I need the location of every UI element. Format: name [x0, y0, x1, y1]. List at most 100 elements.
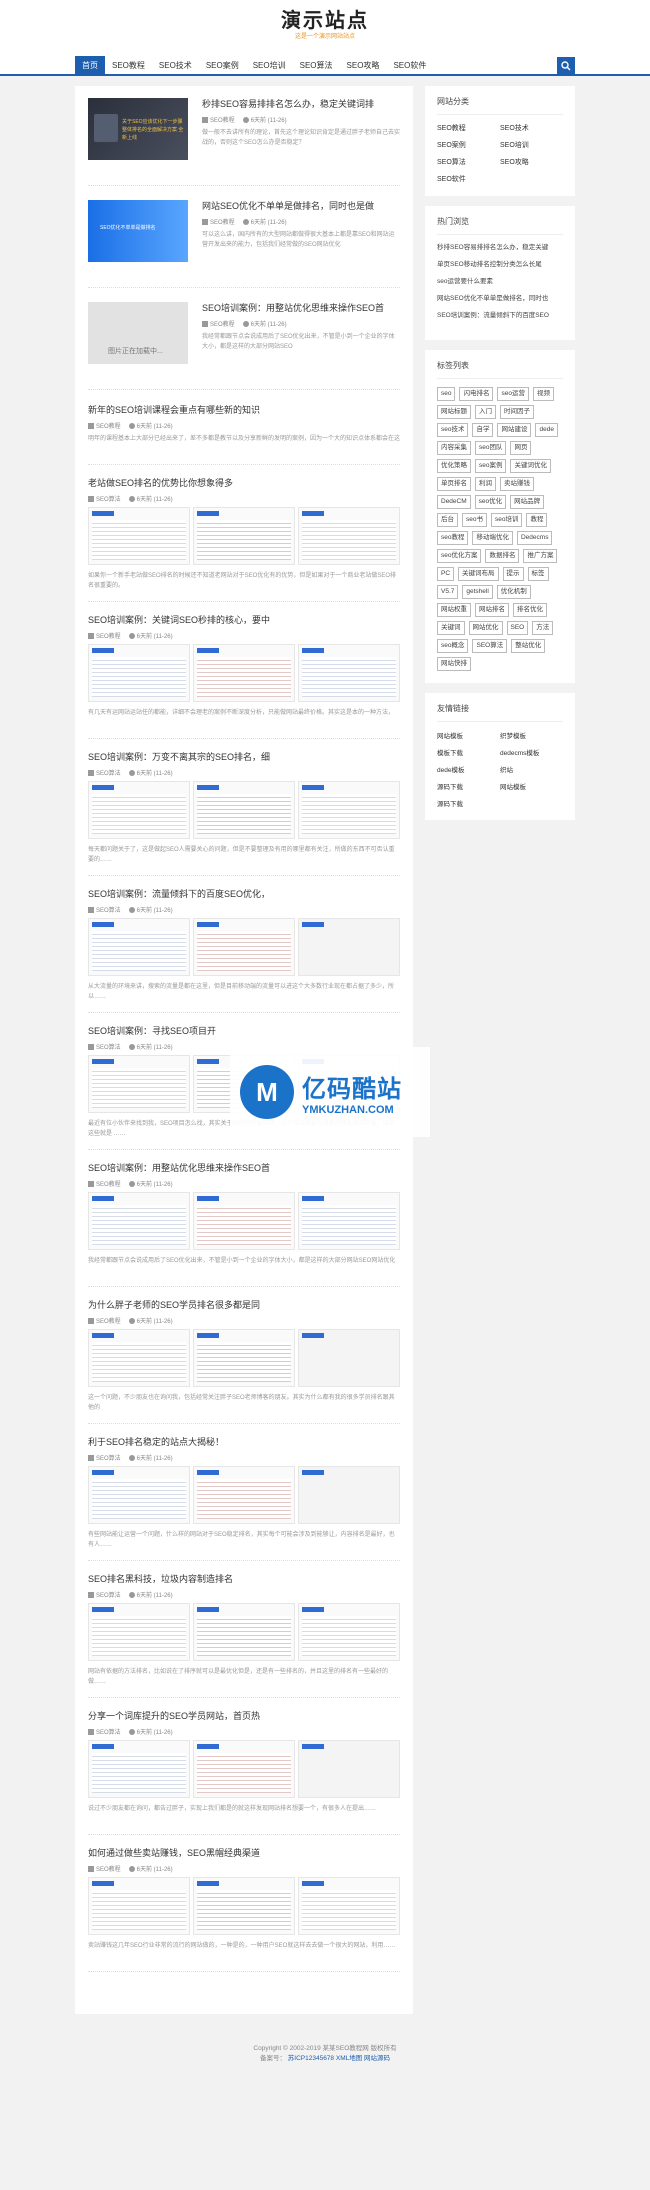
- friend-link[interactable]: 织站: [500, 764, 563, 774]
- post-screenshot[interactable]: [88, 918, 190, 976]
- post-screenshot[interactable]: [298, 1466, 400, 1524]
- post-screenshot[interactable]: [88, 1466, 190, 1524]
- tag-link[interactable]: SEO算法: [472, 639, 508, 653]
- post-screenshot[interactable]: [193, 1466, 295, 1524]
- tag-link[interactable]: 网站品牌: [510, 495, 545, 509]
- post-category[interactable]: SEO教程: [202, 115, 235, 124]
- tag-link[interactable]: getshell: [462, 585, 493, 599]
- tag-link[interactable]: seo培训: [490, 513, 523, 527]
- post-category[interactable]: SEO算法: [88, 768, 121, 777]
- tag-link[interactable]: DedeCM: [437, 495, 471, 509]
- tag-link[interactable]: seo概念: [437, 639, 469, 653]
- post-screenshot[interactable]: [88, 644, 190, 702]
- tag-link[interactable]: 关键词优化: [510, 459, 551, 473]
- tag-link[interactable]: 自学: [472, 423, 494, 437]
- post-category[interactable]: SEO教程: [88, 1864, 121, 1873]
- tag-link[interactable]: 单页排名: [437, 477, 471, 491]
- post-title[interactable]: 如何通过做些卖站赚钱，SEO黑帽经典渠道: [88, 1847, 400, 1860]
- tag-link[interactable]: 推广方案: [523, 549, 558, 563]
- post-screenshot[interactable]: [88, 1877, 190, 1935]
- tag-link[interactable]: 关键词布局: [458, 567, 499, 581]
- tag-link[interactable]: 关键词: [437, 621, 465, 635]
- tag-link[interactable]: 整站优化: [511, 639, 546, 653]
- post-screenshot[interactable]: [298, 1192, 400, 1250]
- nav-item[interactable]: SEO案例: [199, 56, 246, 76]
- tag-link[interactable]: seo技术: [437, 423, 469, 437]
- post-screenshot[interactable]: [193, 1877, 295, 1935]
- post-screenshot[interactable]: [88, 1740, 190, 1798]
- friend-link[interactable]: 源码下载: [437, 798, 500, 808]
- tag-link[interactable]: 方法: [532, 621, 554, 635]
- post-title[interactable]: 网站SEO优化不单单是做排名，同时也是做: [202, 200, 400, 213]
- post-screenshot[interactable]: [298, 1740, 400, 1798]
- post-title[interactable]: 分享一个词库提升的SEO学员网站，首页热: [88, 1710, 400, 1723]
- post-title[interactable]: SEO培训案例：用整站优化思维来操作SEO首: [202, 302, 400, 315]
- post-title[interactable]: 新年的SEO培训课程会重点有哪些新的知识: [88, 404, 400, 417]
- tag-link[interactable]: 卖站赚钱: [500, 477, 534, 491]
- category-link[interactable]: SEO培训: [500, 140, 563, 150]
- post-screenshot[interactable]: [88, 507, 190, 565]
- post-category[interactable]: SEO教程: [202, 217, 235, 226]
- friend-link[interactable]: 网站模板: [437, 730, 500, 740]
- post-category[interactable]: SEO教程: [202, 319, 235, 328]
- tag-link[interactable]: seo优化: [474, 495, 507, 509]
- friend-link[interactable]: 源码下载: [437, 781, 500, 791]
- tag-link[interactable]: seo团队: [475, 441, 507, 455]
- friend-link[interactable]: 网站模板: [500, 781, 563, 791]
- post-category[interactable]: SEO教程: [88, 1179, 121, 1188]
- tag-link[interactable]: 闪电排名: [459, 387, 494, 401]
- post-screenshot[interactable]: [193, 1740, 295, 1798]
- nav-item[interactable]: SEO培训: [246, 56, 293, 76]
- nav-item[interactable]: SEO算法: [293, 56, 340, 76]
- tag-link[interactable]: 内容采集: [437, 441, 471, 455]
- post-title[interactable]: 利于SEO排名稳定的站点大揭秘！: [88, 1436, 400, 1449]
- tag-link[interactable]: 排名优化: [513, 603, 547, 617]
- tag-link[interactable]: seo优化方案: [437, 549, 482, 563]
- tag-link[interactable]: seo运营: [497, 387, 529, 401]
- post-screenshot[interactable]: [193, 644, 295, 702]
- footer-links[interactable]: XML地图 网站源码: [336, 2055, 390, 2062]
- category-link[interactable]: SEO攻略: [500, 157, 563, 167]
- post-category[interactable]: SEO教程: [88, 1316, 121, 1325]
- category-link[interactable]: SEO教程: [437, 123, 500, 133]
- post-category[interactable]: SEO算法: [88, 494, 121, 503]
- search-button[interactable]: [557, 57, 575, 75]
- post-screenshot[interactable]: [88, 1055, 190, 1113]
- post-category[interactable]: SEO教程: [88, 421, 121, 430]
- post-category[interactable]: SEO算法: [88, 905, 121, 914]
- tag-link[interactable]: 网站建设: [497, 423, 532, 437]
- post-screenshot[interactable]: [88, 1329, 190, 1387]
- tag-link[interactable]: Dedecms: [516, 531, 553, 545]
- hot-link[interactable]: 秒排SEO容易排排名怎么办，稳定关键: [437, 243, 563, 252]
- post-screenshot[interactable]: [88, 1603, 190, 1661]
- tag-link[interactable]: 网站优化: [468, 621, 503, 635]
- hot-link[interactable]: SEO培训案例：流量倾斜下的百度SEO: [437, 311, 563, 320]
- nav-item[interactable]: SEO软件: [386, 56, 433, 76]
- tag-link[interactable]: 优化策略: [437, 459, 471, 473]
- category-link[interactable]: SEO软件: [437, 174, 500, 184]
- tag-link[interactable]: 入门: [475, 405, 496, 419]
- friend-link[interactable]: 模板下载: [437, 747, 500, 757]
- post-screenshot[interactable]: [193, 918, 295, 976]
- post-screenshot[interactable]: [298, 918, 400, 976]
- friend-link[interactable]: 织梦模板: [500, 730, 563, 740]
- tag-link[interactable]: seo书: [462, 513, 487, 527]
- tag-link[interactable]: seo案例: [475, 459, 507, 473]
- tag-link[interactable]: dede: [535, 423, 558, 437]
- post-screenshot[interactable]: [298, 507, 400, 565]
- nav-item[interactable]: 首页: [75, 56, 105, 76]
- post-title[interactable]: SEO培训案例：万变不离其宗的SEO排名，细: [88, 751, 400, 764]
- nav-item[interactable]: SEO攻略: [340, 56, 387, 76]
- category-link[interactable]: SEO算法: [437, 157, 500, 167]
- post-category[interactable]: SEO教程: [88, 631, 121, 640]
- post-screenshot[interactable]: [298, 1603, 400, 1661]
- nav-item[interactable]: SEO技术: [152, 56, 199, 76]
- post-category[interactable]: SEO算法: [88, 1727, 121, 1736]
- post-title[interactable]: 老站做SEO排名的优势比你想象得多: [88, 477, 400, 490]
- post-title[interactable]: 秒排SEO容易排排名怎么办，稳定关键词排: [202, 98, 400, 111]
- tag-link[interactable]: 移动端优化: [472, 531, 513, 545]
- tag-link[interactable]: V5.7: [437, 585, 459, 599]
- post-title[interactable]: 为什么胖子老师的SEO学员排名很多都是同: [88, 1299, 400, 1312]
- tag-link[interactable]: seo: [437, 387, 456, 401]
- tag-link[interactable]: PC: [437, 567, 455, 581]
